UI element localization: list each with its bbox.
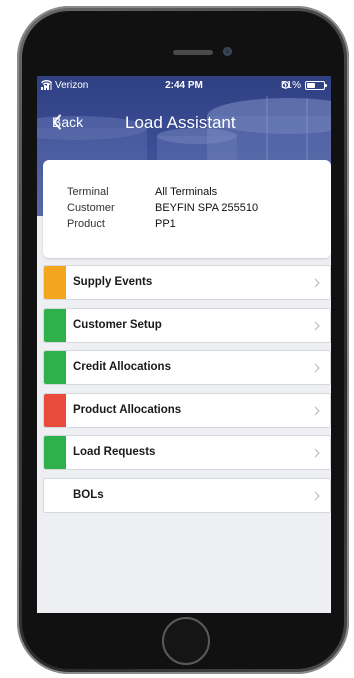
- menu-item-label: Supply Events: [73, 276, 153, 288]
- front-camera: [223, 47, 232, 56]
- chevron-right-icon: [314, 278, 320, 288]
- status-indicator: [44, 266, 66, 299]
- context-info-card: Terminal All Terminals Customer BEYFIN S…: [43, 160, 331, 258]
- menu-item-supply-events[interactable]: Supply Events: [43, 265, 331, 300]
- menu-item-label: Product Allocations: [73, 403, 182, 416]
- status-indicator: [44, 351, 66, 384]
- app-screen: Verizon 2:44 PM 51% Back Load Assistant …: [37, 76, 331, 613]
- earpiece-speaker: [173, 50, 213, 55]
- menu-item-customer-setup[interactable]: Customer Setup: [43, 307, 331, 343]
- customer-value: BEYFIN SPA 255510: [155, 202, 259, 214]
- menu-item-label: Load Requests: [73, 446, 156, 458]
- battery-icon: [305, 81, 327, 90]
- customer-label: Customer: [67, 202, 115, 214]
- chevron-right-icon: [314, 491, 320, 500]
- menu-item-label: Customer Setup: [73, 318, 162, 331]
- status-right: 51%: [281, 80, 327, 91]
- info-row-customer: Customer BEYFIN SPA 255510: [67, 202, 258, 214]
- menu-list: Supply Events Customer Setup Credit Allo…: [43, 265, 331, 520]
- info-row-product: Product PP1: [67, 218, 176, 230]
- battery-fill: [307, 83, 316, 88]
- status-indicator: [44, 436, 66, 469]
- menu-item-credit-allocations[interactable]: Credit Allocations: [43, 350, 331, 385]
- chevron-right-icon: [314, 321, 320, 330]
- chevron-right-icon: [314, 448, 320, 458]
- menu-item-product-allocations[interactable]: Product Allocations: [43, 392, 331, 428]
- menu-item-label: Credit Allocations: [73, 361, 171, 373]
- status-indicator: [44, 393, 66, 427]
- product-value: PP1: [155, 218, 176, 230]
- home-button[interactable]: [162, 617, 210, 665]
- chevron-left-icon: [53, 114, 61, 130]
- back-button[interactable]: Back: [52, 114, 83, 130]
- terminal-label: Terminal: [67, 186, 109, 198]
- chevron-right-icon: [314, 406, 320, 415]
- menu-item-label: BOLs: [73, 488, 104, 501]
- battery-nub: [325, 84, 327, 87]
- page-title: Load Assistant: [125, 113, 236, 132]
- info-row-terminal: Terminal All Terminals: [67, 186, 217, 198]
- status-bar: Verizon 2:44 PM 51%: [37, 76, 331, 96]
- alarm-icon: [281, 81, 290, 89]
- device-frame: Verizon 2:44 PM 51% Back Load Assistant …: [0, 0, 354, 678]
- menu-item-bols[interactable]: BOLs: [43, 477, 331, 513]
- chevron-right-icon: [314, 363, 320, 373]
- menu-item-load-requests[interactable]: Load Requests: [43, 435, 331, 470]
- terminal-value: All Terminals: [155, 186, 218, 198]
- status-indicator: [44, 308, 66, 342]
- product-label: Product: [67, 218, 105, 230]
